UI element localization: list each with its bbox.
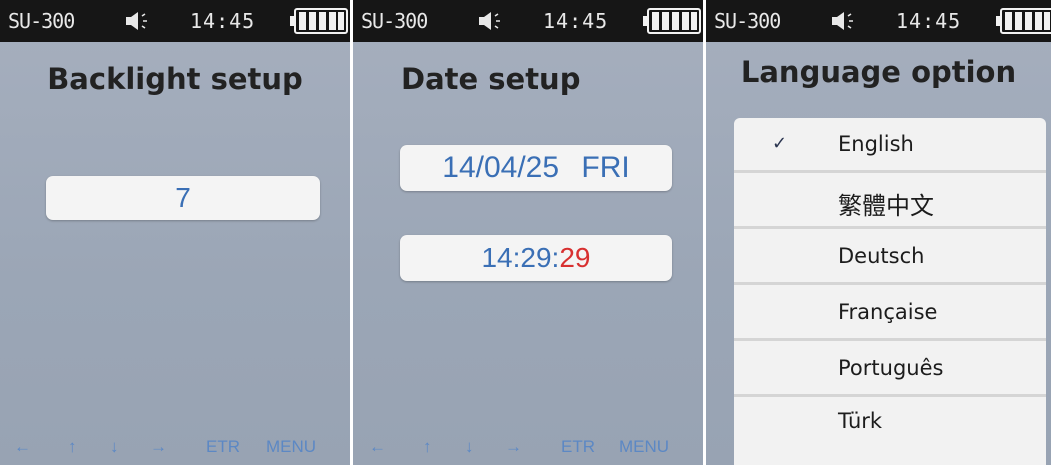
down-arrow-key[interactable]: ↓ [110, 437, 119, 457]
checkmark-icon: ✓ [772, 133, 788, 154]
right-arrow-key[interactable]: → [505, 437, 522, 457]
model-label: SU-300 [8, 9, 75, 33]
backlight-level-field[interactable]: 7 [46, 176, 320, 220]
language-label: Deutsch [838, 244, 925, 268]
date-value: 14/04/25 [442, 151, 560, 184]
time-hour-minute: 14:29: [481, 242, 560, 273]
backlight-setup-screen: SU-300 14:45 Backlight setup 7 ← ↑ ↓ → E… [0, 0, 350, 465]
language-list: ✓ English 繁體中文 Deutsch Française Portugu… [734, 118, 1046, 465]
page-title: Language option [740, 55, 1017, 89]
language-label: Türk [838, 409, 883, 433]
speaker-icon [479, 12, 500, 30]
weekday-value: FRI [581, 151, 630, 184]
language-label: 繁體中文 [838, 192, 934, 220]
language-label: Português [838, 356, 944, 380]
up-arrow-key[interactable]: ↑ [423, 437, 432, 457]
page-title: Backlight setup [47, 62, 303, 96]
enter-key[interactable]: ETR [561, 437, 595, 457]
softkey-bar: ← ↑ ↓ → ETR MENU [353, 437, 703, 461]
battery-full-icon [996, 8, 1051, 34]
model-label: SU-300 [714, 9, 781, 33]
status-bar: SU-300 14:45 [706, 0, 1051, 42]
left-arrow-key[interactable]: ← [369, 437, 386, 457]
page-title: Date setup [401, 62, 581, 96]
language-option-francaise[interactable]: Française [734, 288, 1046, 341]
softkey-bar: ← ↑ ↓ → ETR MENU [0, 437, 350, 461]
time-field[interactable]: 14:29:29 [400, 235, 672, 281]
speaker-icon [126, 12, 147, 30]
time-seconds: 29 [559, 242, 591, 273]
up-arrow-key[interactable]: ↑ [68, 437, 77, 457]
clock: 14:45 [896, 9, 962, 33]
language-option-turk[interactable]: Türk [734, 397, 1046, 447]
speaker-icon [832, 12, 853, 30]
status-bar: SU-300 14:45 [353, 0, 703, 42]
battery-full-icon [290, 8, 348, 34]
clock: 14:45 [543, 9, 609, 33]
language-label: Française [838, 300, 938, 324]
language-option-screen: SU-300 14:45 Language option ✓ English 繁… [706, 0, 1051, 465]
language-label: English [838, 132, 914, 156]
battery-full-icon [643, 8, 701, 34]
language-option-traditional-chinese[interactable]: 繁體中文 [734, 176, 1046, 229]
down-arrow-key[interactable]: ↓ [465, 437, 474, 457]
left-arrow-key[interactable]: ← [14, 437, 31, 457]
enter-key[interactable]: ETR [206, 437, 240, 457]
language-option-english[interactable]: ✓ English [734, 120, 1046, 173]
language-option-portugues[interactable]: Português [734, 344, 1046, 397]
date-setup-screen: SU-300 14:45 Date setup 14/04/25 FRI 14:… [353, 0, 703, 465]
language-option-deutsch[interactable]: Deutsch [734, 232, 1046, 285]
clock: 14:45 [190, 9, 256, 33]
menu-key[interactable]: MENU [266, 437, 316, 457]
menu-key[interactable]: MENU [619, 437, 669, 457]
date-field[interactable]: 14/04/25 FRI [400, 145, 672, 191]
status-bar: SU-300 14:45 [0, 0, 350, 42]
model-label: SU-300 [361, 9, 428, 33]
right-arrow-key[interactable]: → [150, 437, 167, 457]
